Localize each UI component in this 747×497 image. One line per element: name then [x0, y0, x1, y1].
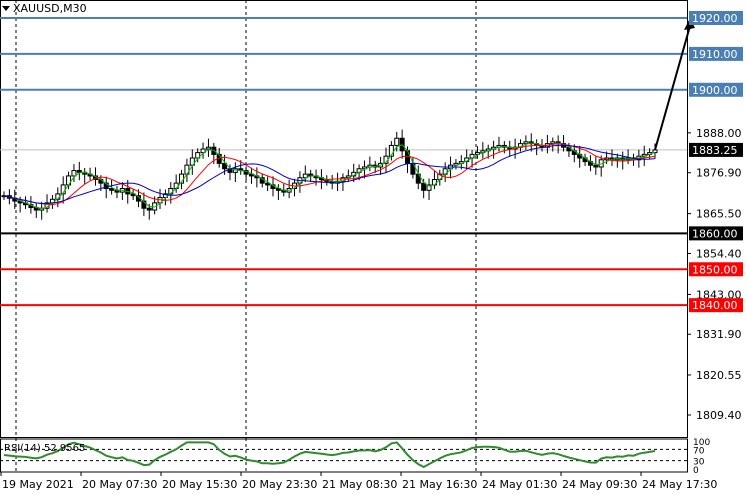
- candle-body: [146, 207, 152, 211]
- level-tag-text: 1840.00: [692, 299, 738, 312]
- price-chart[interactable]: 1888.001876.901865.501854.401843.001831.…: [0, 0, 747, 493]
- candle-body: [550, 141, 556, 145]
- time-tick-label: 19 May 2021: [2, 478, 74, 491]
- rsi-panel: 10070300: [0, 438, 710, 476]
- current-price-text: 1883.25: [692, 144, 738, 157]
- symbol-label: XAUUSD,M30: [13, 2, 87, 15]
- level-tag-text: 1920.00: [692, 12, 738, 25]
- symbol-header[interactable]: XAUUSD,M30: [2, 2, 87, 15]
- candle-body: [173, 182, 179, 190]
- candle-body: [523, 141, 529, 145]
- level-labels: 1920.00 1910.00 1900.00 1860.00 1850.00 1840.…: [689, 11, 743, 313]
- time-tick-label: 20 May 23:30: [242, 478, 317, 491]
- price-tick-label: 1809.40: [696, 409, 742, 422]
- price-tick-label: 1876.90: [696, 167, 742, 180]
- candle-body: [71, 170, 77, 177]
- time-axis: 19 May 2021 20 May 07:30 20 May 15:30 20 Ma…: [0, 472, 717, 491]
- price-tick-label: 1888.00: [696, 127, 742, 140]
- main-frame: [0, 0, 688, 438]
- level-tag-text: 1900.00: [692, 84, 738, 97]
- time-tick-label: 21 May 16:30: [402, 478, 477, 491]
- candle-body: [109, 188, 115, 191]
- grid-layer: [0, 0, 688, 473]
- time-tick-label: 20 May 15:30: [162, 478, 237, 491]
- moving-average-line: [3, 142, 656, 210]
- price-tick-label: 1831.90: [696, 328, 742, 341]
- time-tick-label: 24 May 17:30: [642, 478, 717, 491]
- price-tick-label: 1854.40: [696, 247, 742, 260]
- level-tag-text: 1860.00: [692, 227, 738, 240]
- time-tick-label: 24 May 01:30: [482, 478, 557, 491]
- candle-body: [394, 137, 400, 146]
- price-tick-label: 1865.50: [696, 208, 742, 221]
- candle-body: [205, 146, 211, 150]
- moving-averages: [3, 142, 656, 210]
- rsi-label: RSI(14) 52.9565: [4, 443, 86, 454]
- rsi-scale-label: 70: [693, 446, 705, 456]
- candle-body: [421, 182, 427, 191]
- candle-body: [652, 149, 658, 154]
- candle-body: [405, 150, 411, 164]
- time-tick-label: 24 May 09:30: [562, 478, 637, 491]
- time-tick-label: 21 May 08:30: [322, 478, 397, 491]
- chart-window[interactable]: 1888.00 1876.90 1865.50 1854.40 1843.00 1831.…: [0, 0, 747, 493]
- level-tag-text: 1910.00: [692, 48, 738, 61]
- rsi-frame: [0, 438, 688, 473]
- moving-average-line: [3, 144, 656, 204]
- rsi-line: [3, 441, 656, 469]
- moving-average-line: [3, 143, 656, 206]
- candle-body: [76, 170, 82, 173]
- time-tick-label: 20 May 07:30: [82, 478, 157, 491]
- price-tick-label: 1820.55: [696, 369, 742, 382]
- rsi-scale-label: 0: [693, 466, 699, 476]
- level-tag-text: 1850.00: [692, 263, 738, 276]
- projection-line: [654, 25, 691, 151]
- dropdown-triangle-icon[interactable]: [2, 6, 10, 11]
- candle-body: [593, 164, 599, 168]
